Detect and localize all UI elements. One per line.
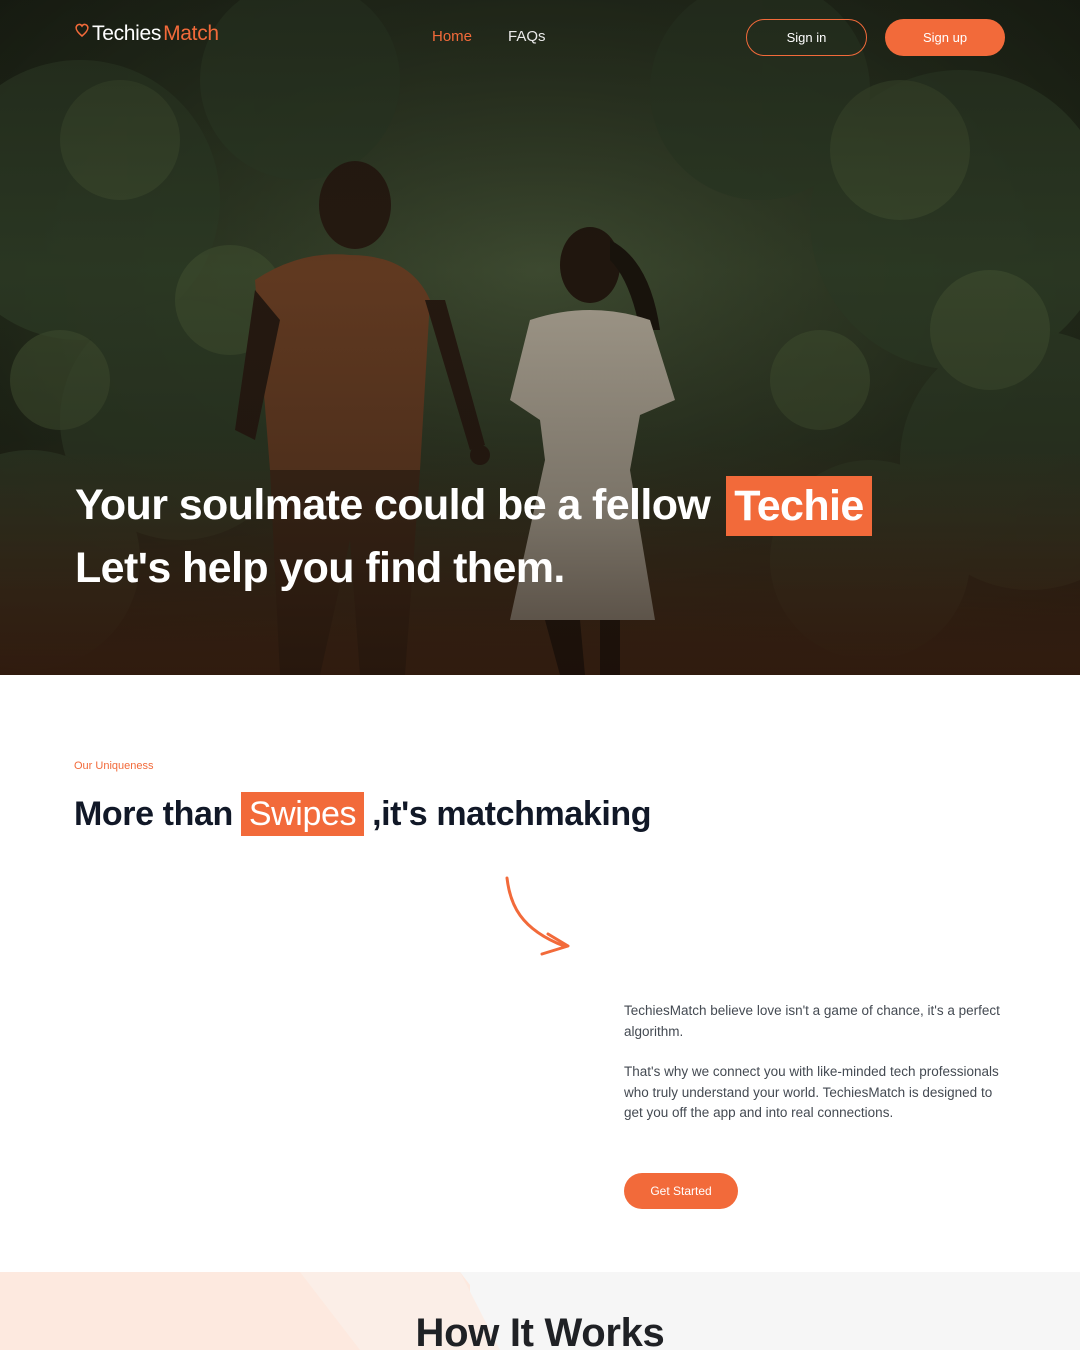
uniqueness-description: TechiesMatch believe love isn't a game o…: [624, 1001, 1014, 1124]
brand-name-part1: Techies: [92, 22, 162, 45]
hero-headline: Your soulmate could be a fellow Techie L…: [75, 474, 872, 600]
uniqueness-title: More than Swipes ,it's matchmaking: [74, 792, 652, 836]
how-it-works-title: How It Works: [415, 1311, 665, 1355]
title-highlight-swipes: Swipes: [240, 792, 365, 836]
hero-line1: Your soulmate could be a fellow: [75, 481, 711, 529]
title-after: ,it's matchmaking: [372, 794, 652, 833]
sign-in-button[interactable]: Sign in: [746, 19, 867, 56]
heart-logo-icon: [75, 23, 89, 38]
nav-home-link[interactable]: Home: [432, 28, 472, 45]
nav-faqs-link[interactable]: FAQs: [508, 28, 546, 45]
hero-line2: Let's help you find them.: [75, 544, 565, 592]
brand-name-part2: Match: [163, 22, 219, 45]
nav-links: Home FAQs: [432, 28, 546, 45]
brand-logo[interactable]: Techies Match: [74, 22, 219, 46]
description-paragraph-2: That's why we connect you with like-mind…: [624, 1064, 999, 1120]
description-paragraph-1: TechiesMatch believe love isn't a game o…: [624, 1003, 1000, 1039]
top-navbar: Techies Match Home FAQs Sign in Sign up: [0, 0, 1080, 76]
title-before: More than: [74, 794, 233, 833]
section-eyebrow: Our Uniqueness: [74, 760, 154, 772]
hero-highlight-techie: Techie: [726, 475, 872, 536]
get-started-button[interactable]: Get Started: [624, 1173, 738, 1209]
sign-up-button[interactable]: Sign up: [885, 19, 1005, 56]
curved-arrow-icon: [505, 876, 570, 956]
hero-section: Techies Match Home FAQs Sign in Sign up Y…: [0, 0, 1080, 675]
